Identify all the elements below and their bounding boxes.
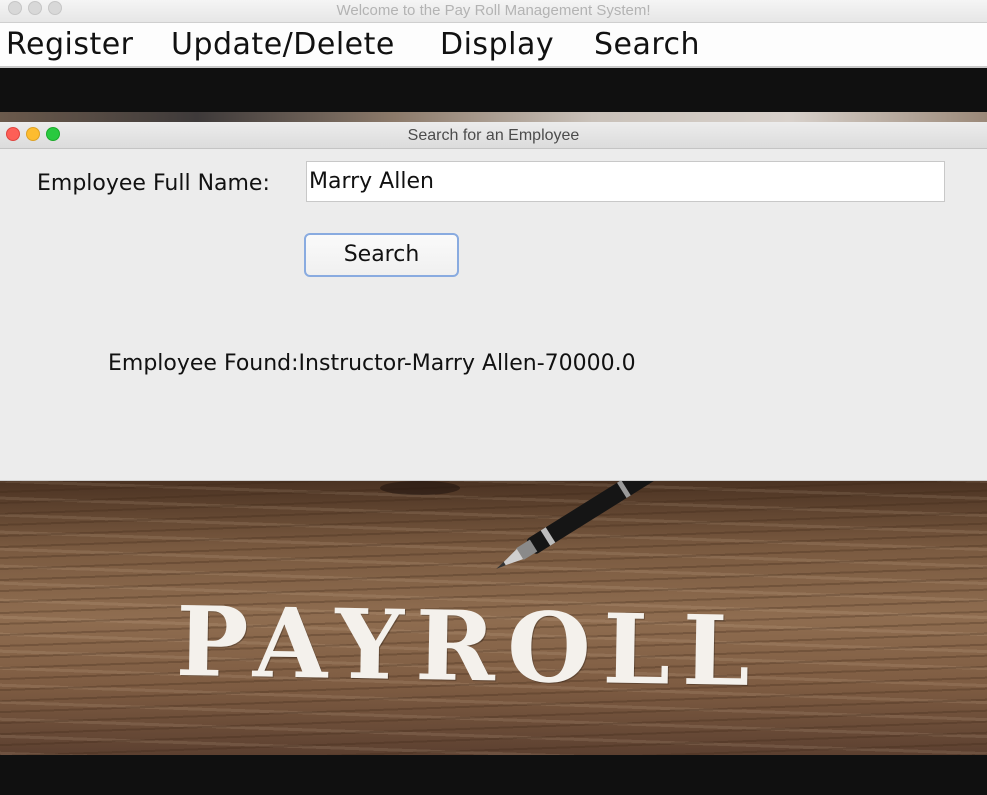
- employee-name-input[interactable]: [306, 161, 945, 202]
- search-result-text: Employee Found:Instructor-Marry Allen-70…: [108, 351, 636, 376]
- payroll-image-lettering: PAYROLL: [175, 584, 763, 709]
- menu-update-delete[interactable]: Update/Delete: [171, 27, 395, 62]
- footer-band: [0, 755, 987, 795]
- background-image-top-strip: [0, 112, 987, 122]
- dialog-titlebar[interactable]: Search for an Employee: [0, 122, 987, 149]
- main-menu-bar: Register Update/Delete Display Search: [0, 23, 987, 68]
- payroll-background-image: PAYROLL: [0, 480, 987, 755]
- header-band: [0, 68, 987, 112]
- main-window-titlebar[interactable]: Welcome to the Pay Roll Management Syste…: [0, 0, 987, 23]
- menu-search[interactable]: Search: [594, 27, 700, 62]
- search-employee-dialog: Search for an Employee Employee Full Nam…: [0, 122, 987, 481]
- dialog-title: Search for an Employee: [407, 127, 580, 144]
- search-button[interactable]: Search: [304, 233, 459, 277]
- employee-name-label: Employee Full Name:: [37, 171, 270, 196]
- main-window-title: Welcome to the Pay Roll Management Syste…: [336, 2, 651, 19]
- menu-display[interactable]: Display: [440, 27, 554, 62]
- menu-register[interactable]: Register: [6, 27, 134, 62]
